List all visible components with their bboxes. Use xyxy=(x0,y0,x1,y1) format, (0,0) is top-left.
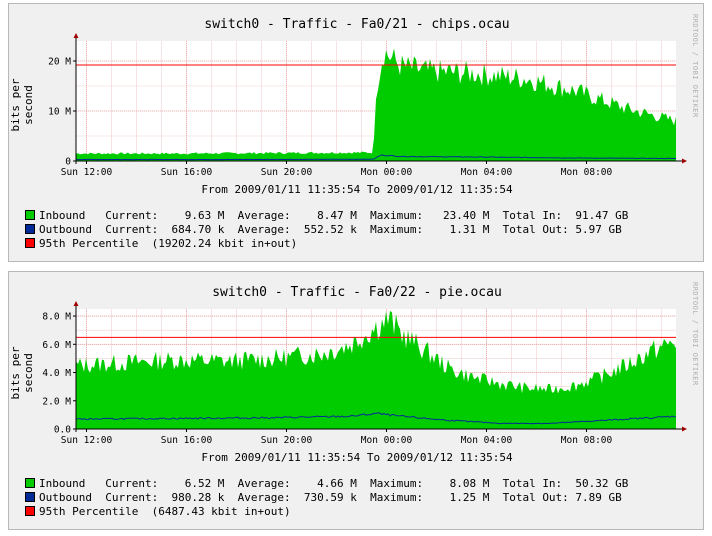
legend-outbound: Outbound Current: 684.70 k Average: 552.… xyxy=(25,223,622,237)
y-axis-label: bits per second xyxy=(9,78,35,132)
chart-title: switch0 - Traffic - Fa0/21 - chips.ocau xyxy=(204,17,510,32)
x-tick-label: Sun 20:00 xyxy=(261,167,313,178)
y-tick-label: 20 M xyxy=(48,57,71,68)
legend-inbound: Inbound Current: 9.63 M Average: 8.47 M … xyxy=(25,209,628,223)
date-range: From 2009/01/11 11:35:54 To 2009/01/12 1… xyxy=(201,183,513,196)
y-tick-label: 6.0 M xyxy=(42,340,71,351)
inbound-swatch xyxy=(25,478,35,488)
watermark: RRDTOOL / TOBI OETIKER xyxy=(691,14,699,118)
legend-inbound: Inbound Current: 6.52 M Average: 4.66 M … xyxy=(25,477,628,491)
legend-text: 95th Percentile (6487.43 kbit in+out) xyxy=(39,505,291,518)
traffic-graph-fa0-21: 0 10 M 20 M Sun 12:00 Sun 16:00 Sun 20:00 Mon … xyxy=(8,3,704,262)
y-tick-label: 8.0 M xyxy=(42,312,71,323)
x-tick-label: Mon 04:00 xyxy=(461,435,513,446)
traffic-graph-fa0-22: 0.0 2.0 M 4.0 M 6.0 M 8.0 M Sun 12:00 Sun 16:0… xyxy=(8,271,704,530)
x-tick-label: Sun 16:00 xyxy=(161,167,213,178)
y-tick-label: 4.0 M xyxy=(42,368,71,379)
x-tick-label: Mon 08:00 xyxy=(561,167,613,178)
y-tick-label: 2.0 M xyxy=(42,396,71,407)
percentile-swatch xyxy=(25,238,35,248)
x-tick-label: Mon 04:00 xyxy=(461,167,513,178)
legend-percentile: 95th Percentile (6487.43 kbit in+out) xyxy=(25,505,291,519)
x-tick-label: Mon 00:00 xyxy=(361,435,413,446)
outbound-swatch xyxy=(25,492,35,502)
x-tick-label: Sun 12:00 xyxy=(61,435,113,446)
watermark: RRDTOOL / TOBI OETIKER xyxy=(691,282,699,386)
legend-text: 95th Percentile (19202.24 kbit in+out) xyxy=(39,237,298,250)
y-axis-arrow xyxy=(73,301,79,306)
legend-text: Inbound Current: 6.52 M Average: 4.66 M … xyxy=(39,477,629,490)
legend-percentile: 95th Percentile (19202.24 kbit in+out) xyxy=(25,237,297,251)
x-axis-arrow xyxy=(682,158,687,164)
y-tick-label: 0.0 xyxy=(54,425,71,436)
legend-outbound: Outbound Current: 980.28 k Average: 730.… xyxy=(25,491,622,505)
x-axis-arrow xyxy=(682,426,687,432)
x-tick-label: Mon 08:00 xyxy=(561,435,613,446)
y-axis-arrow xyxy=(73,33,79,38)
y-axis-label: bits per second xyxy=(9,346,35,400)
legend-text: Outbound Current: 684.70 k Average: 552.… xyxy=(39,223,622,236)
outbound-swatch xyxy=(25,224,35,234)
x-tick-label: Mon 00:00 xyxy=(361,167,413,178)
x-tick-label: Sun 12:00 xyxy=(61,167,113,178)
x-tick-label: Sun 16:00 xyxy=(161,435,213,446)
y-tick-label: 10 M xyxy=(48,107,71,118)
y-tick-label: 0 xyxy=(65,157,71,168)
legend-text: Inbound Current: 9.63 M Average: 8.47 M … xyxy=(39,209,629,222)
chart-title: switch0 - Traffic - Fa0/22 - pie.ocau xyxy=(212,285,502,300)
inbound-swatch xyxy=(25,210,35,220)
date-range: From 2009/01/11 11:35:54 To 2009/01/12 1… xyxy=(201,451,513,464)
legend-text: Outbound Current: 980.28 k Average: 730.… xyxy=(39,491,622,504)
percentile-swatch xyxy=(25,506,35,516)
x-tick-label: Sun 20:00 xyxy=(261,435,313,446)
